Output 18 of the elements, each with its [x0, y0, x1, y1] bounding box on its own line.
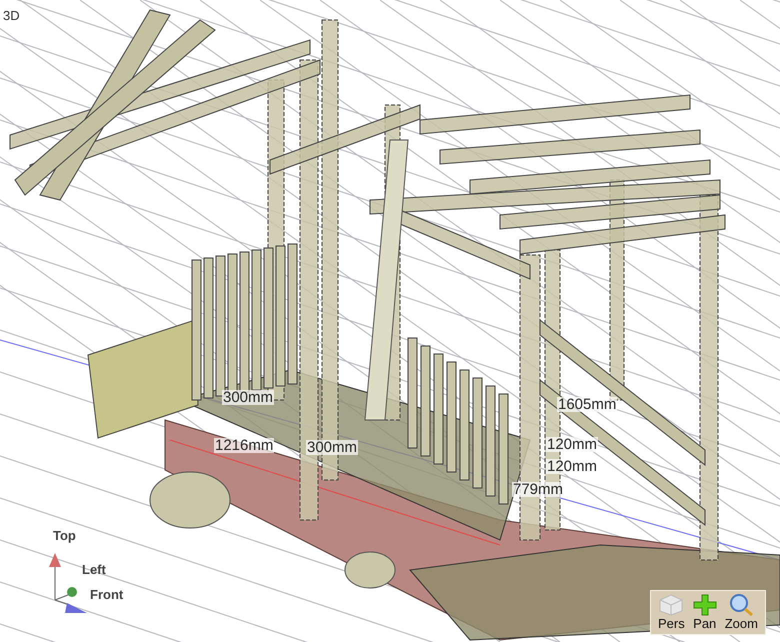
pan-button[interactable]: Pan — [690, 594, 720, 631]
dimension-label: 1216mm — [214, 438, 274, 453]
cube-icon — [659, 594, 684, 616]
axis-label: Left — [82, 563, 106, 576]
dimension-label: 300mm — [306, 440, 358, 455]
perspective-button[interactable]: Pers — [655, 594, 688, 631]
plus-icon — [692, 594, 717, 616]
axis-label: Front — [90, 588, 124, 601]
search-icon — [729, 594, 754, 616]
dimension-label: 120mm — [546, 459, 598, 474]
3d-viewport[interactable]: 3D 300mm 1216mm 300mm 1605mm 120mm 120mm 779mm Top Left Front Pers Pan Zoom — [0, 0, 780, 642]
zoom-button[interactable]: Zoom — [722, 594, 761, 631]
axis-label: Top — [53, 529, 76, 542]
dimension-label: 1605mm — [557, 397, 618, 412]
dimension-label: 120mm — [546, 437, 598, 452]
dimension-label: 300mm — [222, 390, 274, 405]
viewport-title: 3D — [3, 8, 20, 23]
dimension-label: 779mm — [512, 482, 564, 497]
